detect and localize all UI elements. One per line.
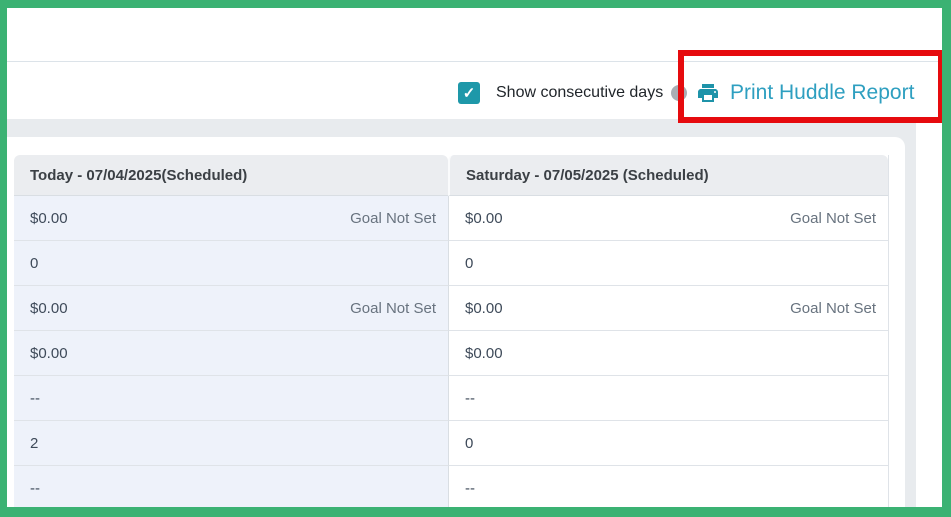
- saturday-cell: 0: [448, 241, 888, 286]
- cell-value: --: [465, 389, 475, 407]
- today-cell: $0.00 Goal Not Set: [14, 196, 448, 241]
- cell-value: $0.00: [30, 344, 68, 362]
- saturday-cell: $0.00: [448, 331, 888, 376]
- table-row: 0 0: [14, 241, 888, 286]
- huddle-table: Today - 07/04/2025(Scheduled) Saturday -…: [14, 155, 889, 511]
- goal-note: Goal Not Set: [350, 209, 436, 227]
- today-cell: $0.00 Goal Not Set: [14, 286, 448, 331]
- cell-value: $0.00: [30, 299, 68, 317]
- cell-value: $0.00: [465, 299, 503, 317]
- cell-value: --: [30, 479, 40, 497]
- header-divider: [7, 61, 942, 62]
- show-consecutive-days-label: Show consecutive days: [496, 84, 664, 101]
- goal-note: Goal Not Set: [350, 299, 436, 317]
- cell-value: $0.00: [465, 344, 503, 362]
- print-huddle-report-button[interactable]: Print Huddle Report: [696, 78, 914, 108]
- table-header-row: Today - 07/04/2025(Scheduled) Saturday -…: [14, 155, 888, 196]
- table-row: 2 0: [14, 421, 888, 466]
- table-row: $0.00 Goal Not Set $0.00 Goal Not Set: [14, 286, 888, 331]
- cell-value: 0: [465, 254, 474, 272]
- column-header-saturday: Saturday - 07/05/2025 (Scheduled): [448, 155, 888, 196]
- cell-value: 2: [30, 434, 39, 452]
- today-cell: --: [14, 466, 448, 511]
- show-consecutive-days-checkbox[interactable]: ✓: [458, 82, 480, 104]
- cell-value: $0.00: [465, 209, 503, 227]
- screenshot-viewport: ✓ Show consecutive days Print Huddle Rep…: [0, 0, 951, 517]
- table-row: -- --: [14, 376, 888, 421]
- cell-value: --: [465, 479, 475, 497]
- cell-value: 0: [30, 254, 39, 272]
- printer-icon: [696, 81, 720, 105]
- saturday-cell: --: [448, 466, 888, 511]
- table-row: -- --: [14, 466, 888, 511]
- column-header-today: Today - 07/04/2025(Scheduled): [14, 155, 448, 196]
- today-cell: $0.00: [14, 331, 448, 376]
- table-row: $0.00 Goal Not Set $0.00 Goal Not Set: [14, 196, 888, 241]
- cell-value: 0: [465, 434, 474, 452]
- cell-value: $0.00: [30, 209, 68, 227]
- today-cell: 0: [14, 241, 448, 286]
- today-cell: 2: [14, 421, 448, 466]
- table-body: $0.00 Goal Not Set $0.00 Goal Not Set 0 …: [14, 196, 888, 511]
- saturday-cell: $0.00 Goal Not Set: [448, 286, 888, 331]
- cell-value: --: [30, 389, 40, 407]
- print-huddle-report-label: Print Huddle Report: [730, 81, 915, 104]
- saturday-cell: 0: [448, 421, 888, 466]
- saturday-cell: $0.00 Goal Not Set: [448, 196, 888, 241]
- saturday-cell: --: [448, 376, 888, 421]
- table-row: $0.00 $0.00: [14, 331, 888, 376]
- goal-note: Goal Not Set: [790, 209, 876, 227]
- goal-note: Goal Not Set: [790, 299, 876, 317]
- partially-hidden-icon: [671, 85, 687, 101]
- today-cell: --: [14, 376, 448, 421]
- checkmark-icon: ✓: [462, 85, 476, 102]
